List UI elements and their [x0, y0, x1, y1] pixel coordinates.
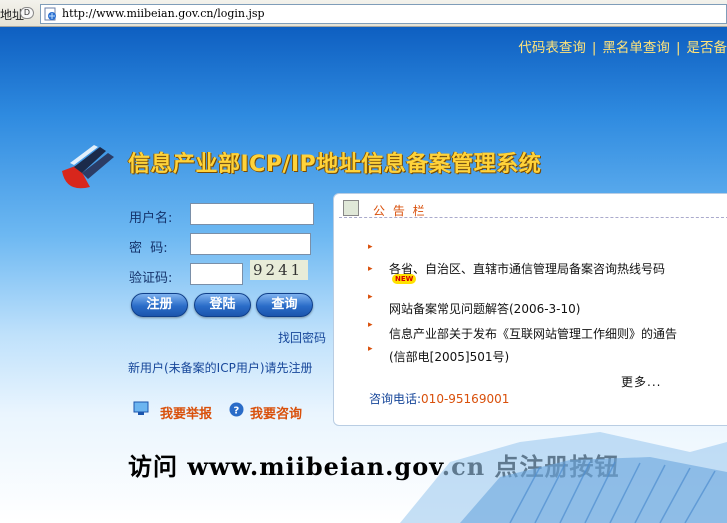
password-input[interactable]: [190, 233, 311, 255]
url-text: http://www.miibeian.gov.cn/login.jsp: [62, 7, 265, 20]
notice-header: 公 告 栏: [339, 200, 727, 218]
captcha-image: 9241: [250, 260, 308, 280]
new-badge: NEW: [392, 274, 417, 284]
captcha-label: 验证码:: [129, 271, 173, 286]
username-label: 用户名:: [129, 211, 173, 226]
bullet-arrow-icon: ▸: [368, 320, 373, 330]
notice-item[interactable]: 各省、自治区、直辖市通信管理局备案咨询热线号码: [389, 260, 665, 277]
query-button[interactable]: 查询: [256, 293, 313, 317]
bullet-arrow-icon: ▸: [368, 264, 373, 274]
username-input[interactable]: [190, 203, 314, 225]
help-icon: ?: [229, 402, 244, 417]
notice-panel: 公 告 栏 ▸ ▸ 各省、自治区、直辖市通信管理局备案咨询热线号码 NEW ▸ …: [333, 193, 727, 426]
nav-code-query[interactable]: 代码表查询: [518, 40, 586, 56]
more-link[interactable]: 更多...: [621, 373, 661, 390]
password-label: 密 码:: [129, 241, 168, 256]
report-link[interactable]: 我要举报: [160, 403, 212, 422]
page-icon: [44, 7, 56, 21]
bullet-arrow-icon: ▸: [368, 242, 373, 252]
login-button[interactable]: 登陆: [194, 293, 251, 317]
notice-item[interactable]: 网站备案常见问题解答(2006-3-10): [389, 300, 580, 317]
bullet-arrow-icon: ▸: [368, 344, 373, 354]
nav-filing-check[interactable]: 是否备: [687, 40, 727, 56]
notice-item[interactable]: (信部电[2005]501号): [389, 348, 509, 365]
top-nav: 代码表查询 | 黑名单查询 | 是否备: [518, 36, 727, 56]
login-page: 代码表查询 | 黑名单查询 | 是否备 信息产业部ICP/IP地址信息备案管理系统 用户…: [0, 27, 727, 523]
nav-blacklist-query[interactable]: 黑名单查询: [602, 40, 670, 56]
consult-link[interactable]: 我要咨询: [250, 403, 302, 422]
svg-text:?: ?: [234, 406, 240, 417]
building-illustration: [400, 432, 727, 523]
phone-number: 010-95169001: [421, 392, 510, 406]
report-icon: [133, 401, 149, 415]
recover-password-link[interactable]: 找回密码: [278, 329, 326, 346]
bullet-arrow-icon: ▸: [368, 292, 373, 302]
new-user-register-link[interactable]: 新用户(未备案的ICP用户)请先注册: [128, 359, 313, 376]
address-dropdown-icon[interactable]: D: [20, 7, 34, 19]
captcha-input[interactable]: [190, 263, 243, 285]
url-input[interactable]: http://www.miibeian.gov.cn/login.jsp: [40, 4, 727, 24]
consult-phone: 咨询电话:010-95169001: [369, 390, 509, 407]
notice-title: 公 告 栏: [373, 204, 427, 218]
page-title: 信息产业部ICP/IP地址信息备案管理系统: [128, 152, 542, 177]
notice-board-icon: [343, 200, 359, 216]
nav-separator: |: [675, 40, 681, 56]
address-bar: 地址 D http://www.miibeian.gov.cn/login.js…: [0, 0, 727, 27]
logo-icon: [62, 145, 114, 189]
notice-item[interactable]: 信息产业部关于发布《互联网站管理工作细则》的通告: [389, 325, 677, 342]
phone-label: 咨询电话:: [369, 392, 422, 406]
register-button[interactable]: 注册: [131, 293, 188, 317]
nav-separator: |: [591, 40, 597, 56]
